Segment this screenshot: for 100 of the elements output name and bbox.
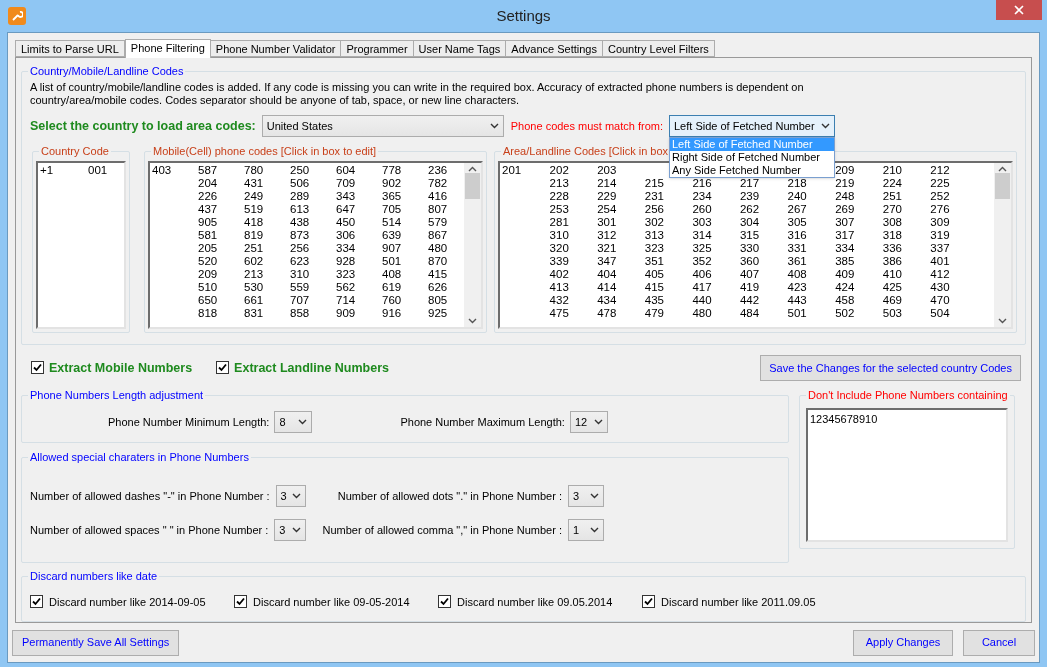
- code-text: 506: [290, 177, 310, 189]
- code-text: 469: [882, 294, 902, 306]
- code-text: 705: [382, 203, 402, 215]
- code-text: 213: [549, 177, 569, 189]
- country-label: Select the country to load area codes:: [30, 117, 256, 135]
- field-label: Phone Number Maximum Length:: [400, 414, 565, 430]
- save-all-button[interactable]: Permanently Save All Settings: [12, 629, 180, 656]
- code-text: 925: [428, 307, 448, 319]
- tab[interactable]: Programmer: [340, 40, 414, 57]
- code-text: 858: [290, 307, 310, 319]
- code-text: 579: [428, 216, 448, 228]
- checkbox-label: Discard number like 2011.09.05: [661, 594, 816, 610]
- code-text: 318: [882, 229, 902, 241]
- code-text: 613: [290, 203, 310, 215]
- code-text: 254: [597, 203, 617, 215]
- exclude-field[interactable]: 12345678910: [806, 407, 1008, 542]
- cancel-button[interactable]: Cancel: [963, 629, 1035, 656]
- code-text: 319: [930, 229, 950, 241]
- code-text: 365: [382, 190, 402, 202]
- code-text: 302: [644, 216, 664, 228]
- dropdown-option[interactable]: Any Side Fetched Number: [670, 164, 834, 177]
- code-text: 306: [336, 229, 356, 241]
- code-text: 240: [787, 190, 807, 202]
- dropdown[interactable]: 3: [275, 484, 306, 507]
- tab[interactable]: Limits to Parse URL: [15, 40, 125, 57]
- code-text: 334: [835, 242, 855, 254]
- code-text: 213: [244, 268, 264, 280]
- code-text: 431: [244, 177, 264, 189]
- code-text: 647: [336, 203, 356, 215]
- code-text: 248: [835, 190, 855, 202]
- code-text: 310: [290, 268, 310, 280]
- code-text: 867: [428, 229, 448, 241]
- code-text: 714: [336, 294, 356, 306]
- code-text: 443: [787, 294, 807, 306]
- code-text: 001: [88, 164, 108, 176]
- code-text: 276: [930, 203, 950, 215]
- code-text: 217: [739, 177, 760, 189]
- apply-button[interactable]: Apply Changes: [853, 629, 953, 656]
- code-text: 581: [198, 229, 218, 241]
- code-text: 907: [382, 242, 402, 254]
- field-label: Phone Number Minimum Length:: [108, 414, 270, 430]
- code-text: 415: [428, 268, 448, 280]
- code-text: 304: [739, 216, 760, 228]
- tab[interactable]: Advance Settings: [505, 40, 603, 57]
- tab[interactable]: Phone Number Validator: [209, 40, 342, 57]
- code-text: 470: [930, 294, 950, 306]
- description-text: A list of country/mobile/landline codes is added. If any code is missing you can write in the required box. Accuracy of extracted phone numbers is dependent on country/area/mobile codes. Codes separator should be anyone of tab, space, or new line characters.: [30, 81, 805, 107]
- code-text: 307: [835, 216, 855, 228]
- code-text: 236: [428, 164, 448, 176]
- dropdown[interactable]: 3: [274, 518, 306, 541]
- code-text: 619: [382, 281, 402, 293]
- dropdown[interactable]: 12: [569, 410, 608, 433]
- save-codes-button[interactable]: Save the Changes for the selected country Codes: [760, 354, 1021, 381]
- tab[interactable]: Phone Filtering: [124, 39, 211, 58]
- code-text: 760: [382, 294, 402, 306]
- dropdown[interactable]: 3: [568, 484, 604, 507]
- tab[interactable]: Country Level Filters: [601, 40, 715, 57]
- code-text: 351: [644, 255, 664, 267]
- country-code-box[interactable]: +1 001: [36, 161, 126, 329]
- code-text: 226: [198, 190, 218, 202]
- dropdown[interactable]: 1: [568, 518, 604, 541]
- code-text: 438: [290, 216, 310, 228]
- code-text: 334: [336, 242, 356, 254]
- code-text: 323: [336, 268, 356, 280]
- code-text: 782: [428, 177, 448, 189]
- tab[interactable]: User Name Tags: [412, 40, 507, 57]
- code-text: 909: [336, 307, 356, 319]
- code-text: 204: [198, 177, 218, 189]
- code-text: 502: [835, 307, 855, 319]
- code-text: 458: [835, 294, 855, 306]
- code-text: 409: [835, 268, 855, 280]
- field-label: Number of allowed dots "." in Phone Number :: [337, 488, 562, 504]
- match-label: Phone codes must match from:: [510, 118, 663, 134]
- code-text: 916: [382, 307, 402, 319]
- code-text: 267: [787, 203, 807, 215]
- country-dropdown[interactable]: United States: [261, 115, 504, 137]
- code-text: 434: [597, 294, 617, 306]
- code-text: 323: [644, 242, 664, 254]
- code-text: 313: [644, 229, 664, 241]
- code-text: 401: [930, 255, 950, 267]
- code-text: 450: [336, 216, 356, 228]
- code-text: 203: [597, 164, 617, 176]
- code-text: 250: [290, 164, 310, 176]
- code-text: 219: [835, 177, 855, 189]
- match-dropdown[interactable]: Left Side of Fetched Number: [669, 115, 835, 137]
- dropdown[interactable]: 8: [274, 410, 313, 433]
- code-text: 805: [428, 294, 448, 306]
- code-text: 510: [198, 281, 218, 293]
- code-text: 484: [739, 307, 760, 319]
- code-text: 424: [835, 281, 855, 293]
- code-text: 262: [739, 203, 760, 215]
- checkbox-label: Extract Mobile Numbers: [49, 359, 193, 377]
- code-text: 440: [692, 294, 712, 306]
- code-text: 270: [882, 203, 902, 215]
- code-text: 661: [244, 294, 264, 306]
- code-text: 251: [882, 190, 902, 202]
- field-label: Number of allowed dashes "-" in Phone Number :: [30, 488, 270, 504]
- dropdown-option[interactable]: Right Side of Fetched Number: [670, 151, 834, 164]
- code-text: 234: [692, 190, 712, 202]
- code-text: 504: [930, 307, 950, 319]
